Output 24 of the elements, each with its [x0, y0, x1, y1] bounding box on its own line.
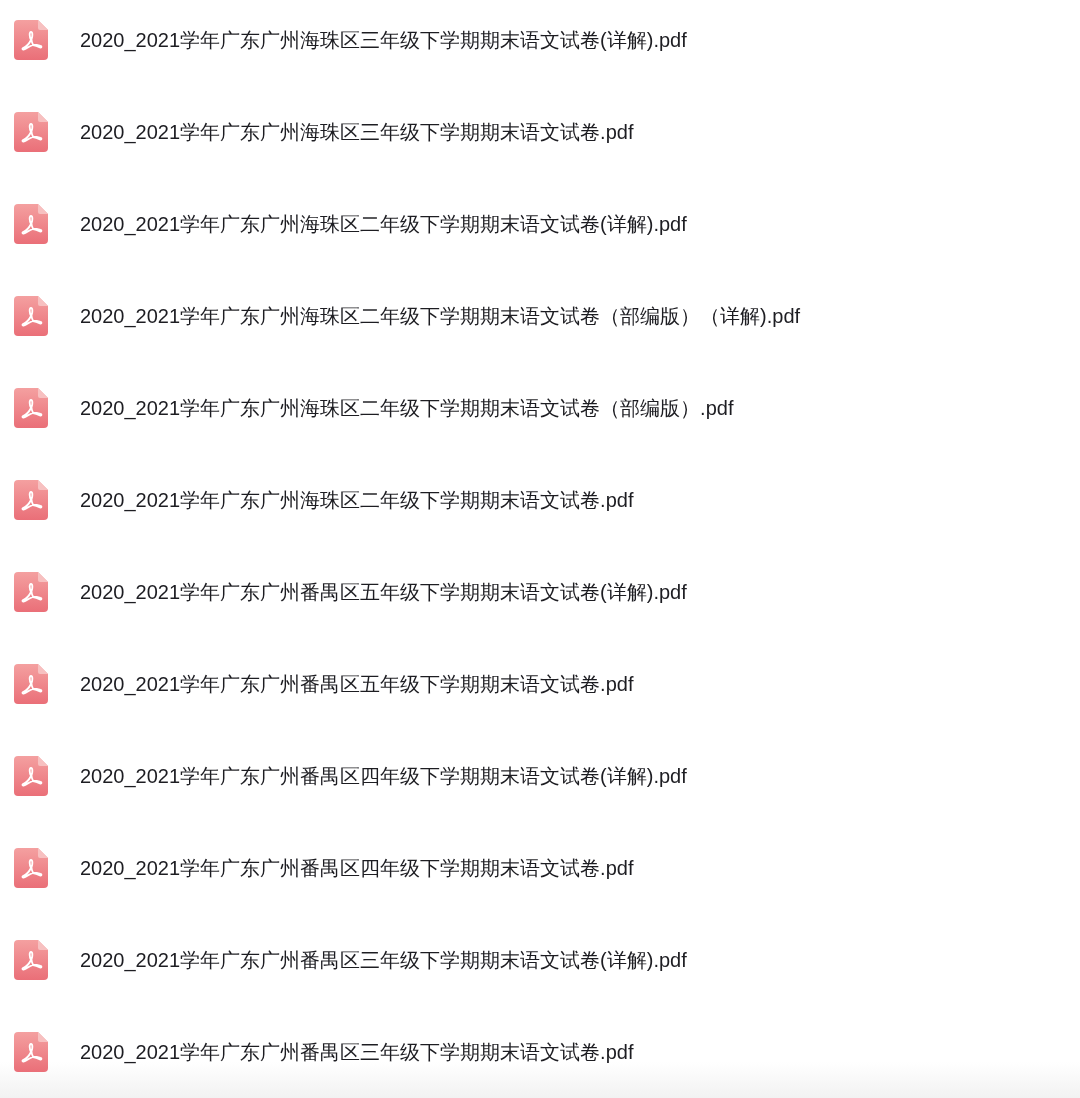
pdf-file-icon[interactable]	[14, 20, 48, 60]
file-name[interactable]: 2020_2021学年广东广州海珠区二年级下学期期末语文试卷（部编版）（详解).pdf	[80, 296, 801, 336]
pdf-file-icon[interactable]	[14, 480, 48, 520]
pdf-file-icon[interactable]	[14, 1032, 48, 1072]
file-name[interactable]: 2020_2021学年广东广州海珠区三年级下学期期末语文试卷.pdf	[80, 112, 634, 152]
file-name[interactable]: 2020_2021学年广东广州番禺区三年级下学期期末语文试卷(详解).pdf	[80, 940, 687, 980]
file-name[interactable]: 2020_2021学年广东广州海珠区二年级下学期期末语文试卷（部编版）.pdf	[80, 388, 734, 428]
pdf-file-icon[interactable]	[14, 940, 48, 980]
pdf-file-icon[interactable]	[14, 296, 48, 336]
file-name[interactable]: 2020_2021学年广东广州番禺区五年级下学期期末语文试卷.pdf	[80, 664, 634, 704]
pdf-file-icon[interactable]	[14, 756, 48, 796]
file-name[interactable]: 2020_2021学年广东广州海珠区三年级下学期期末语文试卷(详解).pdf	[80, 20, 687, 60]
pdf-file-icon[interactable]	[14, 664, 48, 704]
pdf-file-icon[interactable]	[14, 572, 48, 612]
file-name[interactable]: 2020_2021学年广东广州番禺区四年级下学期期末语文试卷(详解).pdf	[80, 756, 687, 796]
pdf-file-icon[interactable]	[14, 388, 48, 428]
file-name[interactable]: 2020_2021学年广东广州海珠区二年级下学期期末语文试卷.pdf	[80, 480, 634, 520]
file-name[interactable]: 2020_2021学年广东广州番禺区五年级下学期期末语文试卷(详解).pdf	[80, 572, 687, 612]
file-name[interactable]: 2020_2021学年广东广州海珠区二年级下学期期末语文试卷(详解).pdf	[80, 204, 687, 244]
pdf-file-icon[interactable]	[14, 848, 48, 888]
pdf-file-icon[interactable]	[14, 204, 48, 244]
file-name[interactable]: 2020_2021学年广东广州番禺区三年级下学期期末语文试卷.pdf	[80, 1032, 634, 1072]
pdf-file-icon[interactable]	[14, 112, 48, 152]
file-name[interactable]: 2020_2021学年广东广州番禺区四年级下学期期末语文试卷.pdf	[80, 848, 634, 888]
